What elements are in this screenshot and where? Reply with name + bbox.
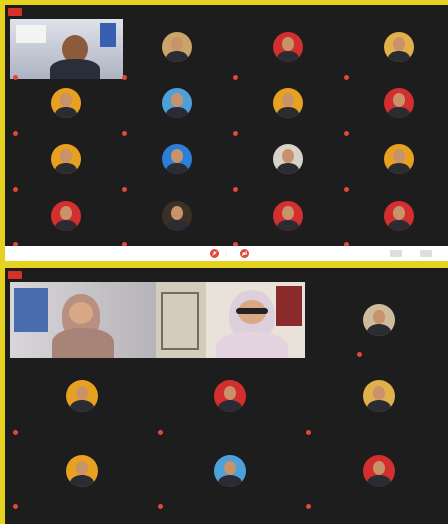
avatar [214, 380, 246, 412]
mic-button[interactable] [210, 249, 219, 258]
mic-muted-icon [158, 430, 163, 435]
mic-muted-icon [306, 504, 311, 509]
more-options-icon[interactable]: ⋮ [224, 251, 228, 256]
participant-name-label [13, 187, 21, 192]
mic-muted-icon [306, 430, 311, 435]
self-video-tile[interactable] [10, 19, 123, 79]
wall-poster [100, 23, 116, 47]
recording-indicator [8, 271, 22, 279]
mic-muted-icon [13, 430, 18, 435]
avatar [363, 380, 395, 412]
participant-name-label [122, 187, 130, 192]
meeting-screenshot-bottom [5, 268, 448, 524]
mic-muted-icon [357, 352, 362, 357]
participant-name-label [344, 131, 352, 136]
avatar [214, 455, 246, 487]
glasses [236, 308, 268, 314]
avatar [273, 144, 303, 174]
participant-name-label [233, 131, 241, 136]
mic-muted-icon [233, 75, 238, 80]
participants-button[interactable] [390, 250, 402, 257]
avatar [162, 144, 192, 174]
avatar [363, 304, 395, 336]
mic-muted-icon [233, 187, 238, 192]
participant-name-label [306, 430, 314, 435]
avatar [162, 201, 192, 231]
avatar [273, 32, 303, 62]
mic-muted-icon [344, 131, 349, 136]
participant-name-label [233, 75, 241, 80]
participant-video-tile[interactable] [10, 282, 157, 358]
mic-muted-icon [122, 131, 127, 136]
mic-muted-icon [13, 131, 18, 136]
avatar [51, 201, 81, 231]
participant-name-label [122, 75, 130, 80]
meeting-screenshot-top: ⋮ [5, 5, 448, 261]
banner [14, 288, 48, 332]
avatar [273, 88, 303, 118]
avatar [51, 144, 81, 174]
mic-muted-icon [344, 187, 349, 192]
avatar [384, 201, 414, 231]
participant-name-label [344, 187, 352, 192]
avatar [66, 380, 98, 412]
recording-indicator [8, 8, 22, 16]
participant-name-label [357, 352, 365, 357]
self-name-label [13, 75, 21, 80]
mic-muted-icon [122, 187, 127, 192]
avatar [273, 201, 303, 231]
meeting-control-bar: ⋮ [5, 246, 448, 261]
participant-name-label [158, 430, 166, 435]
avatar [51, 88, 81, 118]
avatar [66, 455, 98, 487]
participant-name-label [233, 187, 241, 192]
participant-name-label [13, 131, 21, 136]
mic-muted-icon [158, 504, 163, 509]
avatar [162, 88, 192, 118]
camera-off-icon [242, 251, 247, 256]
avatar [384, 88, 414, 118]
chat-button[interactable] [420, 250, 432, 257]
camera-button[interactable] [240, 249, 249, 258]
participant-video-tile[interactable] [156, 282, 305, 358]
avatar [384, 144, 414, 174]
avatar [384, 32, 414, 62]
participant-name-label [158, 504, 166, 509]
mic-muted-icon [13, 75, 18, 80]
participant-name-label [344, 75, 352, 80]
mic-muted-icon [233, 131, 238, 136]
avatar [162, 32, 192, 62]
mic-muted-icon [13, 504, 18, 509]
whiteboard [16, 25, 46, 43]
mic-muted-icon [344, 75, 349, 80]
participant-name-label [306, 504, 314, 509]
mic-muted-icon [122, 75, 127, 80]
participant-name-label [13, 430, 21, 435]
avatar [363, 455, 395, 487]
mic-muted-icon [13, 187, 18, 192]
participant-name-label [13, 504, 21, 509]
participant-name-label [122, 131, 130, 136]
mic-off-icon [212, 251, 217, 256]
flag [276, 286, 302, 326]
